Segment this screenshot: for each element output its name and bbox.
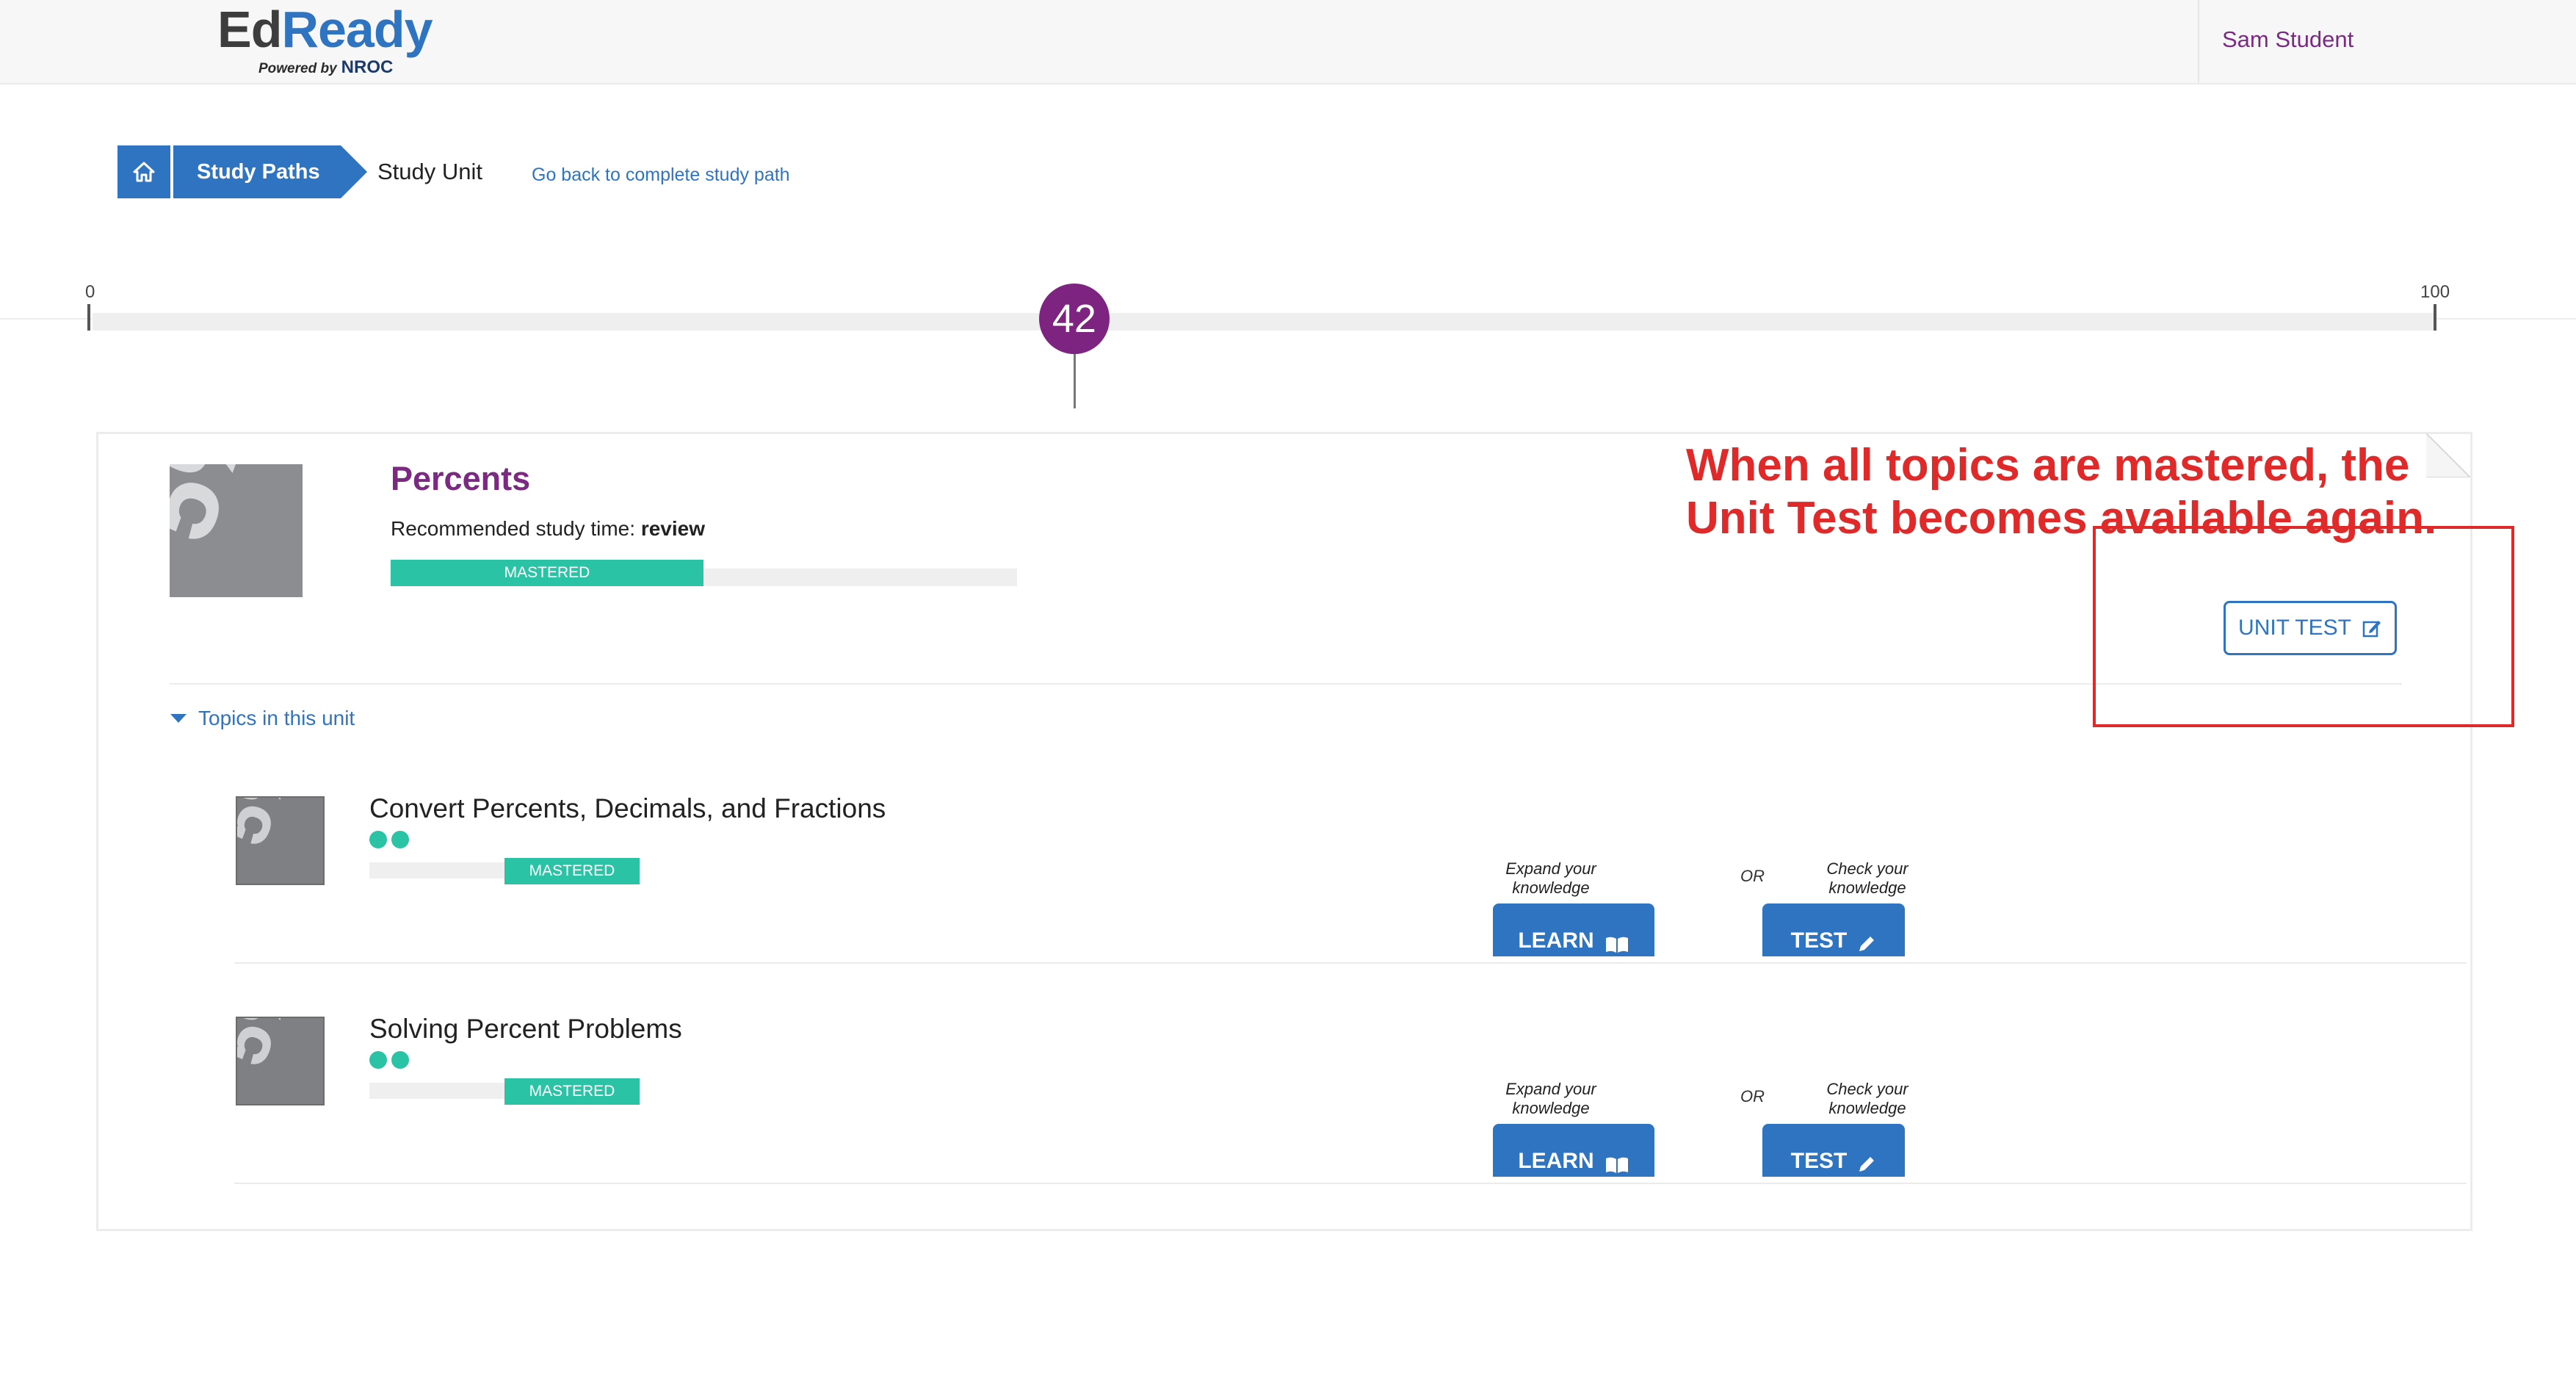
score-track [93, 313, 2435, 331]
topic-divider [234, 962, 2467, 964]
topic-divider [234, 1183, 2467, 1184]
home-icon [133, 162, 155, 182]
mastery-dot [369, 831, 387, 848]
mastery-dot [391, 1051, 409, 1069]
learn-caption: Expand your knowledge [1505, 859, 1596, 897]
user-menu[interactable]: Sam Student [2222, 26, 2354, 53]
test-button[interactable]: TEST [1762, 1124, 1905, 1177]
score-max-label: 100 [2420, 282, 2450, 302]
learn-button[interactable]: LEARN [1493, 1124, 1654, 1177]
card-divider [170, 683, 2402, 685]
unit-title: Percents [391, 460, 531, 497]
breadcrumb-study-paths[interactable]: Study Paths [173, 145, 341, 198]
topic-progress-fill: MASTERED [504, 858, 640, 884]
topics-toggle[interactable]: Topics in this unit [170, 707, 355, 730]
annotation-line-1: When all topics are mastered, the [1686, 440, 2410, 491]
annotation-line-2: Unit Test becomes available again. [1686, 493, 2437, 544]
caret-down-icon [170, 714, 187, 723]
score-marker: 42 [1038, 284, 1110, 354]
back-to-study-path-link[interactable]: Go back to complete study path [532, 165, 790, 186]
test-label: TEST [1790, 928, 1848, 953]
unit-thumbnail-glyph: 5% [170, 464, 283, 557]
breadcrumb-home-button[interactable] [117, 145, 170, 198]
score-marker-stem [1073, 353, 1076, 408]
score-min-label: 0 [85, 282, 95, 302]
or-label: OR [1740, 867, 1765, 885]
test-caption: Check your knowledge [1826, 859, 1909, 897]
breadcrumb-arrow [341, 145, 367, 198]
test-caption: Check your knowledge [1826, 1080, 1909, 1117]
annotation-highlight-box [2093, 526, 2514, 727]
learn-label: LEARN [1518, 1149, 1594, 1173]
study-time-value: review [640, 517, 705, 540]
logo-brand-text: NROC [341, 57, 394, 77]
learn-button[interactable]: LEARN [1493, 903, 1654, 956]
learn-caption: Expand your knowledge [1505, 1080, 1596, 1117]
topic-thumbnail: 5% [236, 796, 325, 885]
pencil-icon [1859, 1157, 1875, 1172]
or-label: OR [1740, 1087, 1765, 1105]
study-time: Recommended study time: review [391, 517, 705, 541]
book-icon [1605, 937, 1628, 953]
logo-tagline: Powered by NROC [258, 57, 393, 78]
learn-label: LEARN [1518, 928, 1594, 953]
mastery-dot [369, 1051, 387, 1069]
book-icon [1605, 1157, 1628, 1173]
mastery-dot [391, 831, 409, 848]
topic-thumbnail: 5% [236, 1017, 325, 1105]
logo-ed-text: Ed [217, 1, 282, 58]
test-label: TEST [1790, 1149, 1848, 1173]
topic-progress-fill: MASTERED [504, 1078, 640, 1105]
topic-thumbnail-glyph: 5% [237, 1018, 314, 1076]
unit-progress-fill: MASTERED [391, 560, 703, 586]
study-time-label: Recommended study time: [391, 517, 636, 540]
annotation-text: When all topics are mastered, the Unit T… [1686, 439, 2436, 545]
topic-title[interactable]: Solving Percent Problems [369, 1014, 682, 1045]
breadcrumb-current: Study Unit [377, 159, 483, 184]
unit-thumbnail: 5% [170, 464, 303, 597]
topics-toggle-label: Topics in this unit [198, 707, 355, 729]
logo-tagline-text: Powered by [258, 61, 337, 76]
score-min-tick [87, 304, 90, 331]
topic-title[interactable]: Convert Percents, Decimals, and Fraction… [369, 793, 886, 824]
pencil-icon [1859, 937, 1875, 951]
edready-logo[interactable]: EdReady [217, 0, 433, 60]
test-button[interactable]: TEST [1762, 903, 1905, 956]
logo-ready-text: Ready [281, 1, 433, 58]
topic-thumbnail-glyph: 5% [237, 798, 314, 856]
header-divider [2198, 0, 2199, 83]
score-max-tick [2434, 304, 2436, 331]
